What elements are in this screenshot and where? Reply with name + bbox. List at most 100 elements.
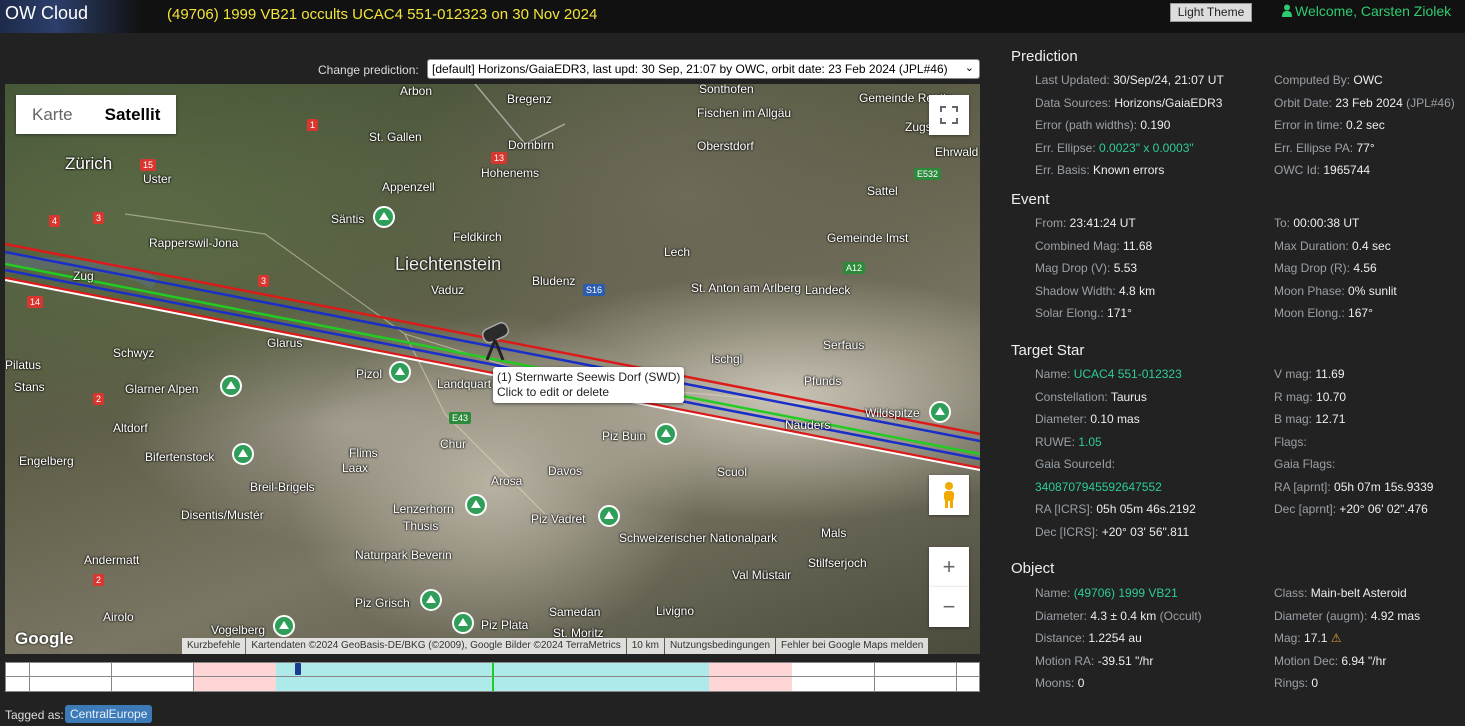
- prediction-field: Computed By: OWC: [1274, 73, 1383, 87]
- light-theme-button[interactable]: Light Theme: [1170, 3, 1252, 22]
- field-label: RUWE:: [1035, 434, 1079, 449]
- timeline-observer-marker[interactable]: [295, 663, 301, 675]
- place-label: Val Müstair: [732, 568, 792, 582]
- map-scale[interactable]: 10 km: [626, 638, 664, 654]
- peak-marker-icon[interactable]: [452, 612, 474, 634]
- place-label: Lech: [664, 245, 691, 259]
- field-label: R mag:: [1274, 389, 1317, 404]
- field-value: 11.68: [1123, 238, 1153, 253]
- report-error-link[interactable]: Fehler bei Google Maps melden: [776, 638, 929, 654]
- event-field: Mag Drop (R): 4.56: [1274, 261, 1377, 275]
- event-field: Solar Elong.: 171°: [1035, 306, 1132, 320]
- keyboard-shortcuts-link[interactable]: Kurzbefehle: [182, 638, 246, 654]
- map-type-control: Karte Satellit: [16, 95, 177, 134]
- field-label: Err. Ellipse PA:: [1274, 140, 1357, 155]
- map-attribution: Kurzbefehle Kartendaten ©2024 GeoBasis-D…: [181, 638, 929, 654]
- event-field: Mag Drop (V): 5.53: [1035, 261, 1137, 275]
- object-field[interactable]: Name: (49706) 1999 VB21: [1035, 586, 1178, 600]
- street-view-pegman[interactable]: [929, 475, 969, 515]
- target-star-field[interactable]: RUWE: 1.05: [1035, 435, 1102, 449]
- timeline-tick: [193, 663, 194, 691]
- peak-marker-icon[interactable]: [655, 423, 677, 445]
- field-label: Distance:: [1035, 631, 1089, 645]
- user-menu[interactable]: Welcome, Carsten Ziolek: [1282, 3, 1451, 19]
- place-label: Pfunds: [804, 374, 842, 388]
- prediction-field[interactable]: Err. Ellipse: 0.0023" x 0.0003": [1035, 141, 1194, 155]
- place-label: Glarner Alpen: [125, 382, 199, 396]
- road-shield: S16: [583, 284, 606, 296]
- field-label: Name:: [1035, 586, 1074, 600]
- road-shield: 15: [140, 159, 157, 171]
- field-value[interactable]: 1.05: [1078, 435, 1101, 449]
- field-value: 0.10 mas: [1090, 412, 1140, 426]
- top-bar: OW Cloud (49706) 1999 VB21 occults UCAC4…: [0, 0, 1465, 33]
- field-value[interactable]: (49706) 1999 VB21: [1074, 586, 1178, 600]
- chevron-down-icon: ⌄: [964, 62, 974, 74]
- road-shield: 2: [93, 393, 105, 405]
- prediction-field: OWC Id: 1965744: [1274, 163, 1370, 177]
- prediction-select[interactable]: [default] Horizons/GaiaEDR3, last upd: 3…: [427, 59, 980, 79]
- prediction-row: Change prediction: [default] Horizons/Ga…: [0, 58, 982, 80]
- field-label: Orbit Date:: [1274, 95, 1336, 110]
- place-label: Davos: [548, 464, 583, 478]
- field-label: Computed By:: [1274, 73, 1354, 87]
- field-value: Known errors: [1093, 163, 1165, 177]
- timeline-tick: [956, 663, 957, 691]
- road-shield: A12: [843, 262, 866, 274]
- field-label: Error (path widths):: [1035, 118, 1141, 132]
- object-field: Motion RA: -39.51 "/hr: [1035, 654, 1153, 668]
- peak-marker-icon[interactable]: [420, 589, 442, 611]
- place-label: Serfaus: [823, 338, 865, 352]
- app-logo[interactable]: OW Cloud: [0, 0, 140, 33]
- field-value: 23 Feb 2024: [1335, 95, 1403, 110]
- peak-marker-icon[interactable]: [273, 615, 295, 637]
- target-star-field: Flags:: [1274, 435, 1307, 449]
- field-label: V mag:: [1274, 367, 1316, 381]
- field-label: Dec [aprnt]:: [1274, 502, 1340, 516]
- field-value: 10.70: [1316, 389, 1347, 404]
- object-title: Object: [1011, 560, 1055, 577]
- tag-chip[interactable]: CentralEurope: [65, 705, 153, 723]
- field-value[interactable]: 0.0023" x 0.0003": [1099, 141, 1194, 155]
- map-type-karte[interactable]: Karte: [16, 95, 89, 134]
- timeline-center-line: [492, 663, 494, 691]
- field-value: 4.3 ± 0.4 km: [1090, 608, 1157, 623]
- peak-marker-icon[interactable]: [929, 401, 951, 423]
- field-value[interactable]: UCAC4 551-012323: [1074, 367, 1182, 381]
- field-value: 23:41:24 UT: [1069, 216, 1136, 230]
- field-label: Name:: [1035, 367, 1074, 381]
- field-value: 0.2 sec: [1346, 118, 1385, 132]
- station-popup[interactable]: (1) Sternwarte Seewis Dorf (SWD) Click t…: [493, 367, 685, 403]
- field-value[interactable]: 3408707945592647552: [1035, 480, 1162, 494]
- field-label: Motion Dec:: [1274, 653, 1342, 668]
- field-value: 5.53: [1113, 261, 1138, 275]
- map[interactable]: Arbon Bregenz Sonthofen St. Gallen Dornb…: [5, 84, 980, 654]
- field-label: Err. Ellipse:: [1035, 140, 1100, 155]
- field-label: Data Sources:: [1035, 95, 1115, 110]
- peak-marker-icon[interactable]: [373, 206, 395, 228]
- peak-marker-icon[interactable]: [465, 494, 487, 516]
- map-type-satellit[interactable]: Satellit: [89, 95, 177, 134]
- target-star-field[interactable]: 3408707945592647552: [1035, 480, 1162, 494]
- warning-icon[interactable]: ⚠: [1327, 631, 1342, 645]
- terms-link[interactable]: Nutzungsbedingungen: [664, 638, 776, 654]
- target-star-field: R mag: 10.70: [1274, 390, 1346, 404]
- target-star-field: V mag: 11.69: [1274, 367, 1345, 381]
- zoom-in-button[interactable]: +: [929, 547, 969, 587]
- road-shield: 4: [49, 215, 61, 227]
- place-label: Schwyz: [113, 346, 155, 360]
- peak-marker-icon[interactable]: [389, 361, 411, 383]
- field-label: Solar Elong.:: [1035, 306, 1108, 320]
- place-label: Arosa: [491, 474, 523, 488]
- place-label: Landquart: [437, 377, 492, 391]
- peak-marker-icon[interactable]: [598, 505, 620, 527]
- peak-marker-icon[interactable]: [232, 443, 254, 465]
- google-logo: Google: [15, 629, 74, 648]
- peak-marker-icon[interactable]: [220, 375, 242, 397]
- target-star-field[interactable]: Name: UCAC4 551-012323: [1035, 367, 1182, 381]
- field-label: Flags:: [1274, 434, 1307, 449]
- fullscreen-button[interactable]: [929, 95, 969, 135]
- path-timeline[interactable]: [5, 662, 980, 692]
- zoom-out-button[interactable]: −: [929, 587, 969, 627]
- field-label: Error in time:: [1274, 118, 1347, 132]
